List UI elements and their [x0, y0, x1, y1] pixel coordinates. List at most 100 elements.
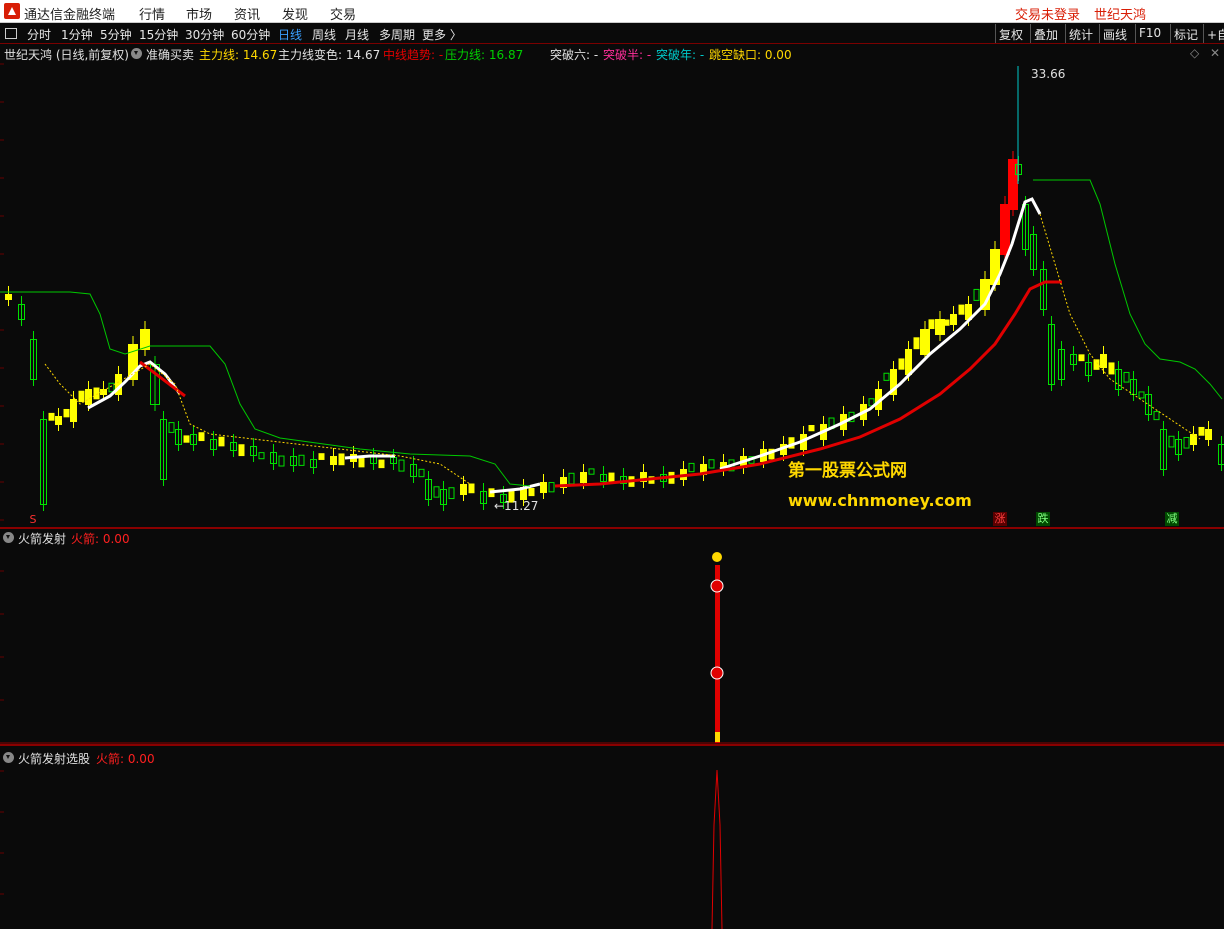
period-1min[interactable]: 1分钟 — [61, 26, 93, 43]
pressure-line-left — [0, 291, 531, 487]
candle-body — [528, 487, 535, 497]
candle-body — [448, 487, 455, 500]
candle-body — [1000, 204, 1010, 255]
period-60min[interactable]: 60分钟 — [231, 26, 270, 43]
candle-body — [198, 432, 205, 442]
rocket-select-spike — [711, 769, 723, 929]
menu-bar: 通达信金融终端 行情 市场 资讯 发现 交易 交易未登录 世纪天鸿 — [0, 0, 1224, 23]
menu-jiaoyi[interactable]: 交易 — [330, 4, 356, 23]
login-status-link[interactable]: 交易未登录 — [1015, 4, 1080, 23]
zhang-marker: 涨 — [993, 512, 1007, 526]
candle-body — [540, 482, 547, 493]
rocket-base — [715, 732, 720, 742]
candle-body — [898, 358, 905, 370]
candle-body — [1078, 354, 1085, 362]
stock-name-label: 世纪天鸿 — [1094, 8, 1147, 23]
tongji-button[interactable]: 统计 — [1065, 24, 1096, 43]
candle-body — [108, 382, 115, 393]
menu-zixun[interactable]: 资讯 — [234, 4, 260, 23]
app-title: 通达信金融终端 — [24, 8, 116, 23]
rocket-select-menu-icon[interactable] — [3, 752, 14, 763]
rocket-select-chart[interactable] — [0, 765, 1224, 929]
candle-body — [55, 416, 62, 425]
add-favorite-button[interactable]: +自 — [1203, 24, 1224, 43]
candle-body — [548, 482, 555, 493]
panel-separator-1[interactable] — [0, 527, 1224, 529]
candle-body — [358, 457, 365, 468]
menu-faxian[interactable]: 发现 — [282, 4, 308, 23]
candle-body — [338, 453, 345, 466]
dotted-line-left — [44, 363, 471, 485]
candle-body — [958, 304, 965, 315]
f10-button[interactable]: F10 — [1135, 24, 1164, 43]
jian-marker: 减 — [1165, 512, 1179, 526]
candle-body — [93, 387, 100, 400]
candle-body — [78, 390, 85, 403]
candle-body — [1168, 435, 1175, 448]
candle-body — [63, 408, 70, 418]
period-15min[interactable]: 15分钟 — [139, 26, 178, 43]
candle-body — [218, 436, 225, 447]
candle-body — [398, 459, 405, 472]
candle-body — [1183, 436, 1190, 449]
candle-body — [378, 459, 385, 469]
candle-body — [950, 314, 957, 325]
candle-body — [433, 486, 440, 498]
period-more[interactable]: 更多 〉 — [422, 26, 462, 43]
rocket-ball-1 — [710, 579, 724, 593]
fuquan-button[interactable]: 复权 — [995, 24, 1026, 43]
candle-body — [1100, 354, 1107, 368]
rocket-indicator-menu-icon[interactable] — [3, 532, 14, 543]
candle-body — [468, 483, 475, 494]
kline-chart[interactable] — [0, 44, 1224, 528]
candle-body — [258, 452, 265, 460]
period-weekly[interactable]: 周线 — [312, 26, 336, 43]
candle-body — [1008, 159, 1018, 210]
candle-body — [168, 422, 175, 433]
menu-shichang[interactable]: 市场 — [186, 4, 212, 23]
menu-hangqing[interactable]: 行情 — [139, 4, 165, 23]
rocket-ball-2 — [710, 666, 724, 680]
signal-s-marker: S — [29, 513, 37, 526]
huaxian-button[interactable]: 画线 — [1099, 24, 1130, 43]
high-price-label: 33.66 — [1031, 67, 1066, 81]
period-daily[interactable]: 日线 — [278, 26, 302, 43]
diejia-button[interactable]: 叠加 — [1030, 24, 1061, 43]
candle-body — [1190, 434, 1197, 445]
watermark-title: 第一股票公式网 — [788, 461, 907, 481]
trend-line-left — [139, 360, 186, 398]
candle-body — [928, 319, 935, 330]
low-price-label: ←11.27 — [494, 499, 539, 513]
candle-body — [973, 288, 980, 301]
candle-body — [1153, 411, 1160, 421]
candle-body — [1138, 391, 1145, 399]
candle-body — [913, 337, 920, 350]
period-5min[interactable]: 5分钟 — [100, 26, 132, 43]
candle-body — [1108, 362, 1115, 375]
candle-body — [183, 435, 190, 443]
candle-body — [883, 372, 890, 381]
candle-body — [920, 329, 930, 355]
rocket-top-dot — [712, 552, 722, 562]
period-fenshi[interactable]: 分时 — [27, 26, 51, 43]
candle-body — [460, 484, 467, 495]
candle-body — [580, 472, 587, 483]
candle-body — [48, 412, 55, 421]
panel-toggle-icon[interactable] — [5, 28, 17, 39]
candle-body — [568, 472, 575, 485]
biaoji-button[interactable]: 标记 — [1170, 24, 1201, 43]
candle-body — [238, 444, 245, 457]
candle-body — [943, 319, 950, 326]
candle-body — [1205, 429, 1212, 440]
candle-body — [298, 454, 305, 466]
candle-body — [85, 389, 92, 405]
period-monthly[interactable]: 月线 — [345, 26, 369, 43]
rocket-indicator-chart[interactable] — [0, 545, 1224, 745]
period-multi[interactable]: 多周期 — [379, 26, 415, 43]
period-toolbar: 分时 1分钟 5分钟 15分钟 30分钟 60分钟 日线 周线 月线 多周期 更… — [0, 23, 1224, 44]
candle-body — [588, 468, 595, 475]
panel-separator-2[interactable] — [0, 744, 1224, 746]
period-30min[interactable]: 30分钟 — [185, 26, 224, 43]
candle-body — [318, 453, 325, 460]
candle-body — [688, 462, 695, 473]
